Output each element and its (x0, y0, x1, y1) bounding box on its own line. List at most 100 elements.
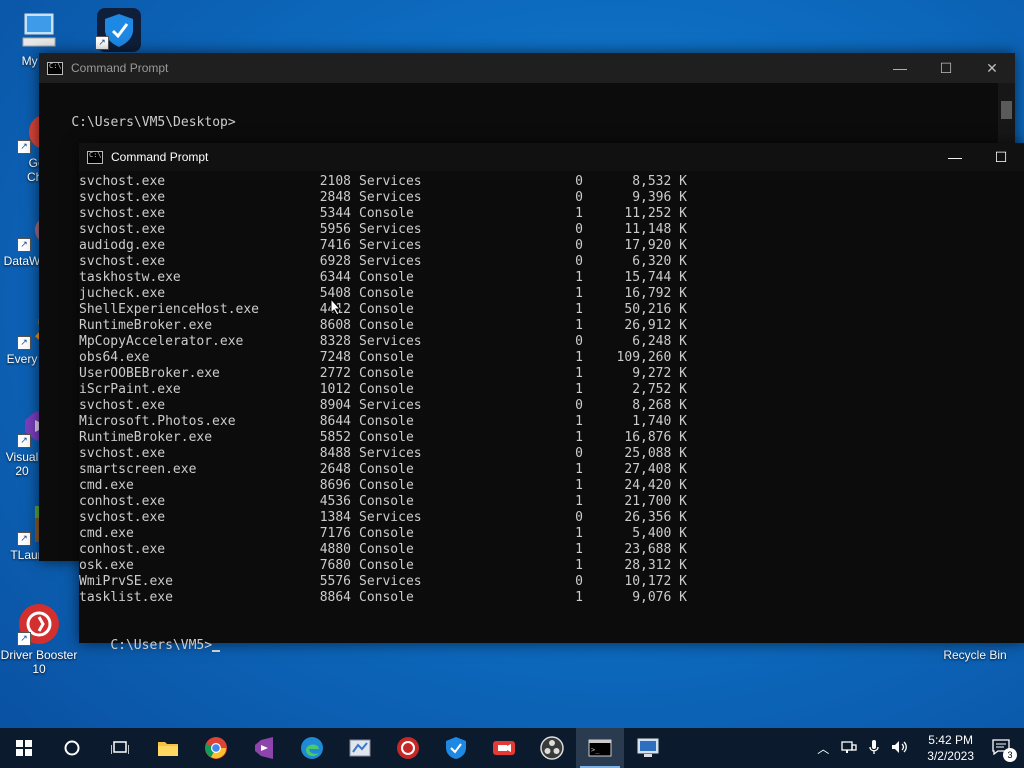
shortcut-arrow-icon: ↗ (17, 140, 31, 154)
task-view-button[interactable] (96, 728, 144, 768)
task-view-icon (111, 741, 129, 754)
process-memory: 26,912 K (624, 318, 687, 333)
process-row: svchost.exe 5344 Console 1 11,252 K (79, 206, 1024, 222)
maximize-button[interactable]: ☐ (923, 53, 969, 83)
process-name: obs64.exe (79, 350, 150, 365)
process-session-name: Console (359, 558, 414, 573)
microphone-icon[interactable] (869, 739, 879, 758)
process-session-name: Console (359, 542, 414, 557)
system-tray: ︿ 5:42 PM 3/2/2023 3 (811, 728, 1024, 768)
process-memory: 9,272 K (632, 366, 687, 381)
chevron-up-icon[interactable]: ︿ (817, 740, 829, 757)
process-pid: 8696 (319, 478, 351, 493)
shortcut-arrow-icon: ↗ (17, 434, 31, 448)
taskbar-driver-booster[interactable] (384, 728, 432, 768)
taskbar-obs[interactable] (528, 728, 576, 768)
console-prompt: C:\Users\VM5\Desktop> (71, 115, 236, 130)
process-row: UserOOBEBroker.exe 2772 Console 1 9,272 K (79, 366, 1024, 382)
process-row: osk.exe 7680 Console 1 28,312 K (79, 558, 1024, 574)
search-button[interactable] (48, 728, 96, 768)
process-memory: 8,268 K (632, 398, 687, 413)
process-memory: 8,532 K (632, 174, 687, 189)
taskbar-visual-studio[interactable] (240, 728, 288, 768)
process-session-number: 0 (575, 574, 583, 589)
window-titlebar[interactable]: Command Prompt — ☐ ✕ (39, 53, 1015, 83)
process-session-number: 0 (575, 398, 583, 413)
taskbar-paint-app[interactable] (336, 728, 384, 768)
console-prompt: C:\Users\VM5> (110, 638, 213, 653)
minimize-button[interactable]: — (877, 53, 923, 83)
taskbar-remote-desktop[interactable] (624, 728, 672, 768)
taskbar-security-app[interactable] (432, 728, 480, 768)
desktop-icon-label: Visual 20 (5, 450, 39, 478)
process-row: taskhostw.exe 6344 Console 1 15,744 K (79, 270, 1024, 286)
process-row: WmiPrvSE.exe 5576 Services 0 10,172 K (79, 574, 1024, 590)
taskbar-command-prompt[interactable]: >_ (576, 728, 624, 768)
process-name: cmd.exe (79, 478, 134, 493)
process-session-number: 0 (575, 334, 583, 349)
system-clock[interactable]: 5:42 PM 3/2/2023 (927, 732, 974, 764)
maximize-button[interactable]: ☐ (978, 142, 1024, 172)
process-memory: 2,752 K (632, 382, 687, 397)
paint-app-icon (349, 739, 371, 757)
process-session-number: 1 (575, 366, 583, 381)
process-session-number: 0 (575, 254, 583, 269)
window-titlebar[interactable]: Command Prompt — ☐ (79, 143, 1024, 171)
process-session-number: 1 (575, 590, 583, 605)
process-session-number: 1 (575, 526, 583, 541)
visual-studio-icon (255, 737, 273, 759)
driver-booster-icon: ↗ (17, 602, 61, 646)
process-pid: 7416 (319, 238, 351, 253)
process-session-number: 1 (575, 558, 583, 573)
driver-booster-icon (397, 737, 419, 759)
process-row: smartscreen.exe 2648 Console 1 27,408 K (79, 462, 1024, 478)
clock-date: 3/2/2023 (927, 749, 974, 763)
process-pid: 8644 (319, 414, 351, 429)
obs-icon (540, 736, 564, 760)
speaker-icon[interactable] (891, 740, 909, 757)
action-center-button[interactable]: 3 (992, 738, 1017, 762)
shortcut-arrow-icon: ↗ (17, 632, 31, 646)
process-name: conhost.exe (79, 542, 166, 557)
process-pid: 2848 (319, 190, 351, 205)
process-row: svchost.exe 1384 Services 0 26,356 K (79, 510, 1024, 526)
process-row: svchost.exe 2848 Services 0 9,396 K (79, 190, 1024, 206)
process-session-name: Services (359, 446, 422, 461)
taskbar-screen-recorder[interactable] (480, 728, 528, 768)
taskbar-chrome[interactable] (192, 728, 240, 768)
process-session-number: 1 (575, 270, 583, 285)
scrollbar-thumb[interactable] (1001, 101, 1012, 119)
process-session-name: Console (359, 462, 414, 477)
process-pid: 5852 (319, 430, 351, 445)
desktop-icon-security-app[interactable]: ↗ (78, 6, 156, 52)
clock-time: 5:42 PM (928, 733, 973, 747)
minimize-button[interactable]: — (932, 142, 978, 172)
process-row: Microsoft.Photos.exe 8644 Console 1 1,740 K (79, 414, 1024, 430)
desktop-icon-driver-booster[interactable]: ↗ Driver Booster 10 (0, 602, 78, 676)
process-name: svchost.exe (79, 222, 166, 237)
process-memory: 5,400 K (632, 526, 687, 541)
tasklist-output[interactable]: svchost.exe 2108 Services 0 8,532 Ksvchost.e… (79, 171, 1024, 606)
console-output[interactable]: C:\Users\VM5\Desktop> (39, 83, 1015, 147)
close-button[interactable]: ✕ (969, 53, 1015, 83)
windows-logo-icon (16, 740, 32, 756)
command-prompt-window-active[interactable]: Command Prompt — ☐ svchost.exe 2108 Servic… (79, 143, 1024, 653)
process-name: WmiPrvSE.exe (79, 574, 173, 589)
process-name: smartscreen.exe (79, 462, 197, 477)
process-name: svchost.exe (79, 398, 166, 413)
process-row: jucheck.exe 5408 Console 1 16,792 K (79, 286, 1024, 302)
process-memory: 15,744 K (624, 270, 687, 285)
process-row: svchost.exe 2108 Services 0 8,532 K (79, 174, 1024, 190)
process-name: RuntimeBroker.exe (79, 430, 213, 445)
start-button[interactable] (0, 728, 48, 768)
process-name: conhost.exe (79, 494, 166, 509)
console-prompt-line[interactable]: C:\Users\VM5> (79, 622, 1024, 670)
taskbar-file-explorer[interactable] (144, 728, 192, 768)
network-icon[interactable] (841, 740, 857, 757)
process-session-name: Console (359, 526, 414, 541)
process-memory: 11,148 K (624, 222, 687, 237)
process-row: svchost.exe 8904 Services 0 8,268 K (79, 398, 1024, 414)
taskbar-edge[interactable] (288, 728, 336, 768)
process-session-number: 1 (575, 414, 583, 429)
process-session-number: 1 (575, 350, 583, 365)
